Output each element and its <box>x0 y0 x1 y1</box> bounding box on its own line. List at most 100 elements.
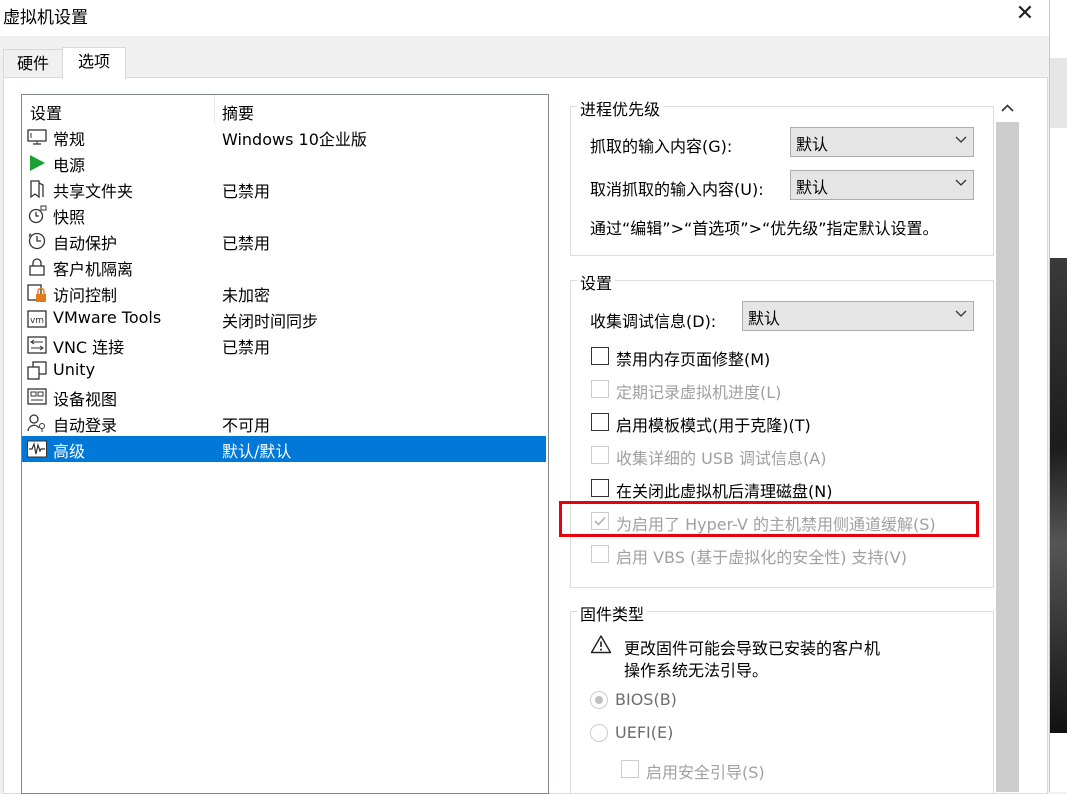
grab-input-label: 抓取的输入内容(G): <box>590 137 733 156</box>
checkbox-vbs-support-label: 启用 VBS (基于虚拟化的安全性) 支持(V) <box>616 548 907 567</box>
monitor-icon <box>27 127 47 147</box>
vm-icon: vm <box>27 309 47 329</box>
list-item-name: 共享文件夹 <box>53 182 134 201</box>
chevron-down-icon <box>955 310 967 317</box>
chevron-up-icon <box>1001 104 1014 112</box>
radio-bios-label: BIOS(B) <box>615 690 677 709</box>
chevron-down-icon <box>955 136 967 143</box>
svg-text:vm: vm <box>30 316 44 326</box>
list-item-name: 快照 <box>53 208 86 227</box>
checkbox-vbs-support[interactable] <box>591 545 609 563</box>
list-item[interactable]: 客户机隔离 <box>22 254 546 280</box>
column-header-summary[interactable]: 摘要 <box>222 100 254 124</box>
list-item[interactable]: 高级 默认/默认 <box>22 436 546 462</box>
list-item[interactable]: 常规 Windows 10企业版 <box>22 124 546 150</box>
scroll-up-button[interactable] <box>996 95 1019 122</box>
snapshot-icon <box>27 205 47 225</box>
checkbox-log-progress-label: 定期记录虚拟机进度(L) <box>616 383 782 402</box>
checkbox-usb-debug-label: 收集详细的 USB 调试信息(A) <box>616 449 827 468</box>
list-item[interactable]: vm VMware Tools 关闭时间同步 <box>22 306 546 332</box>
checkbox-log-progress[interactable] <box>591 380 609 398</box>
ungrab-input-value: 默认 <box>796 178 829 197</box>
window-title: 虚拟机设置 <box>3 8 88 28</box>
radio-uefi-label: UEFI(E) <box>615 723 674 742</box>
warning-icon <box>590 635 612 654</box>
unity-icon <box>27 361 47 381</box>
checkbox-template-mode-label: 启用模板模式(用于克隆)(T) <box>616 416 811 435</box>
play-icon <box>27 153 47 173</box>
device-view-icon <box>27 387 47 407</box>
grab-input-value: 默认 <box>796 135 829 154</box>
ungrab-input-select[interactable]: 默认 <box>790 170 974 200</box>
checkbox-secure-boot[interactable] <box>621 760 639 778</box>
title-bar <box>0 0 1049 36</box>
checkbox-usb-debug[interactable] <box>591 446 609 464</box>
list-item-name: 常规 <box>53 130 86 149</box>
checkbox-template-mode[interactable] <box>591 413 609 431</box>
list-item[interactable]: 共享文件夹 已禁用 <box>22 176 546 202</box>
checkbox-clean-disk[interactable] <box>591 479 609 497</box>
list-item-name: VNC 连接 <box>53 338 125 357</box>
list-item-summary: 不可用 <box>222 416 271 435</box>
access-control-icon <box>27 283 47 303</box>
settings-group-title: 设置 <box>577 270 616 294</box>
vnc-icon <box>27 335 47 355</box>
list-item[interactable]: 访问控制 未加密 <box>22 280 546 306</box>
checkbox-secure-boot-label: 启用安全引导(S) <box>646 763 765 782</box>
radio-selected-dot <box>595 696 603 704</box>
list-item[interactable]: Unity <box>22 358 546 384</box>
firmware-warning-line2: 操作系统无法引导。 <box>624 661 769 680</box>
grab-input-select[interactable]: 默认 <box>790 127 974 157</box>
list-item-name: 自动登录 <box>53 416 118 435</box>
close-icon[interactable]: ✕ <box>1013 0 1037 28</box>
list-item-name: 客户机隔离 <box>53 260 134 279</box>
radio-uefi[interactable] <box>590 724 608 742</box>
checkbox-disable-memory-trim[interactable] <box>591 347 609 365</box>
tab-options[interactable]: 选项 <box>62 47 126 79</box>
highlight-box <box>559 501 979 537</box>
list-item-name: 自动保护 <box>53 234 118 253</box>
ungrab-input-label: 取消抓取的输入内容(U): <box>590 180 764 199</box>
list-item-name: 访问控制 <box>53 286 118 305</box>
column-divider <box>214 95 215 123</box>
list-item-name: 高级 <box>53 442 86 461</box>
list-item-summary: 关闭时间同步 <box>222 312 319 331</box>
background-window-image <box>1050 258 1067 733</box>
debug-info-value: 默认 <box>748 309 781 328</box>
list-item-name: 电源 <box>53 156 86 175</box>
process-priority-title: 进程优先级 <box>577 96 664 120</box>
firmware-warning-line1: 更改固件可能会导致已安装的客户机 <box>624 639 881 658</box>
list-item[interactable]: 自动登录 不可用 <box>22 410 546 436</box>
list-item[interactable]: VNC 连接 已禁用 <box>22 332 546 358</box>
debug-info-select[interactable]: 默认 <box>742 301 974 331</box>
list-item-summary: 已禁用 <box>222 182 271 201</box>
list-item-summary: 默认/默认 <box>222 442 292 461</box>
list-item-summary: 未加密 <box>222 286 271 305</box>
list-item[interactable]: 快照 <box>22 202 546 228</box>
scrollbar-thumb[interactable] <box>996 122 1019 792</box>
chevron-down-icon <box>955 179 967 186</box>
lock-icon <box>27 257 47 277</box>
user-key-icon <box>27 413 47 433</box>
clock-icon <box>27 231 47 251</box>
waveform-icon <box>27 439 47 459</box>
background-window-panel <box>1050 58 1067 128</box>
tab-hardware[interactable]: 硬件 <box>3 49 63 77</box>
list-item-summary: Windows 10企业版 <box>222 130 367 149</box>
radio-bios[interactable] <box>590 691 608 709</box>
checkbox-disable-memory-trim-label: 禁用内存页面修整(M) <box>616 350 771 369</box>
list-item-summary: 已禁用 <box>222 338 271 357</box>
list-item-summary: 已禁用 <box>222 234 271 253</box>
column-header-setting[interactable]: 设置 <box>30 100 62 124</box>
list-item-name: 设备视图 <box>53 390 118 409</box>
list-item[interactable]: 设备视图 <box>22 384 546 410</box>
checkbox-clean-disk-label: 在关闭此虚拟机后清理磁盘(N) <box>616 482 833 501</box>
priority-hint: 通过“编辑”>“首选项”>“优先级”指定默认设置。 <box>590 219 939 238</box>
firmware-group-title: 固件类型 <box>577 601 648 625</box>
shared-folder-icon <box>27 179 47 199</box>
list-item-name: VMware Tools <box>53 308 162 327</box>
debug-info-label: 收集调试信息(D): <box>590 312 717 331</box>
list-item[interactable]: 自动保护 已禁用 <box>22 228 546 254</box>
list-item[interactable]: 电源 <box>22 150 546 176</box>
list-item-name: Unity <box>53 360 96 379</box>
